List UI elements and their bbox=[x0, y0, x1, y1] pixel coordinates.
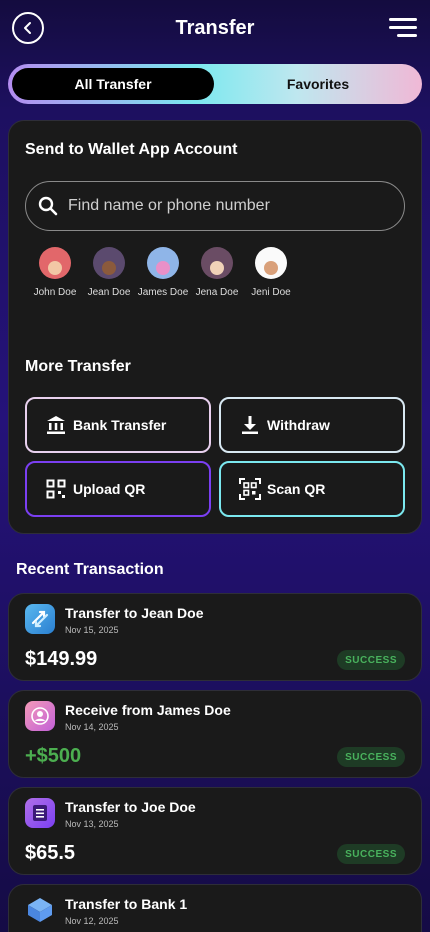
status-badge: SUCCESS bbox=[337, 650, 405, 670]
avatar bbox=[39, 247, 71, 279]
contact-john-doe[interactable]: John Doe bbox=[27, 247, 83, 298]
withdraw-button[interactable]: Withdraw bbox=[219, 397, 405, 453]
transaction-title: Transfer to Bank 1 bbox=[65, 896, 188, 912]
withdraw-label: Withdraw bbox=[267, 417, 330, 433]
transaction-item[interactable]: Receive from James Doe Nov 14, 2025 +$50… bbox=[8, 690, 422, 778]
page-title: Transfer bbox=[175, 17, 255, 39]
bank-transfer-button[interactable]: Bank Transfer bbox=[25, 397, 211, 453]
bank-3d-icon bbox=[25, 895, 55, 925]
list-doc-icon bbox=[25, 798, 55, 828]
avatar bbox=[255, 247, 287, 279]
scan-qr-button[interactable]: Scan QR bbox=[219, 461, 405, 517]
transfer-icon bbox=[25, 604, 55, 634]
tab-favorites[interactable]: Favorites bbox=[220, 68, 416, 100]
transaction-date: Nov 14, 2025 bbox=[65, 722, 119, 732]
transaction-item[interactable]: Transfer to Jean Doe Nov 15, 2025 $149.9… bbox=[8, 593, 422, 681]
search-input[interactable] bbox=[68, 197, 388, 215]
avatar bbox=[147, 247, 179, 279]
send-section-title: Send to Wallet App Account bbox=[25, 141, 238, 158]
contact-name: John Doe bbox=[33, 287, 77, 298]
avatar bbox=[201, 247, 233, 279]
transaction-title: Transfer to Jean Doe bbox=[65, 605, 204, 621]
transaction-title: Receive from James Doe bbox=[65, 702, 231, 718]
tab-all-transfer[interactable]: All Transfer bbox=[12, 68, 214, 100]
transaction-item[interactable]: Transfer to Bank 1 Nov 12, 2025 bbox=[8, 884, 422, 932]
contact-james-doe[interactable]: James Doe bbox=[135, 247, 191, 298]
contact-list: John Doe Jean Doe James Doe Jena Doe Jen… bbox=[29, 247, 389, 307]
transfer-tabs: All Transfer Favorites bbox=[8, 64, 422, 104]
qr-code-icon bbox=[45, 478, 67, 500]
contact-name: Jena Doe bbox=[195, 287, 239, 298]
recent-transaction-title: Recent Transaction bbox=[16, 561, 164, 578]
transaction-date: Nov 12, 2025 bbox=[65, 916, 119, 926]
header: Transfer bbox=[0, 0, 430, 60]
transaction-amount: $65.5 bbox=[25, 842, 76, 864]
transaction-amount: $149.99 bbox=[25, 648, 98, 670]
upload-qr-button[interactable]: Upload QR bbox=[25, 461, 211, 517]
contact-name: James Doe bbox=[137, 287, 189, 298]
avatar bbox=[93, 247, 125, 279]
send-card: Send to Wallet App Account John Doe Jean… bbox=[8, 120, 422, 534]
contact-jean-doe[interactable]: Jean Doe bbox=[81, 247, 137, 298]
receive-user-icon bbox=[25, 701, 55, 731]
contact-jena-doe[interactable]: Jena Doe bbox=[189, 247, 245, 298]
upload-qr-label: Upload QR bbox=[73, 481, 146, 497]
contact-name: Jean Doe bbox=[87, 287, 131, 298]
transaction-title: Transfer to Joe Doe bbox=[65, 799, 196, 815]
contact-jeni-doe[interactable]: Jeni Doe bbox=[243, 247, 299, 298]
qr-scan-icon bbox=[239, 478, 261, 500]
transaction-date: Nov 15, 2025 bbox=[65, 625, 119, 635]
scan-qr-label: Scan QR bbox=[267, 481, 326, 497]
transaction-amount: +$500 bbox=[25, 745, 82, 767]
download-icon bbox=[239, 414, 261, 436]
transaction-date: Nov 13, 2025 bbox=[65, 819, 119, 829]
search-icon bbox=[38, 196, 58, 216]
contact-name: Jeni Doe bbox=[251, 287, 291, 298]
bank-icon bbox=[45, 414, 67, 436]
bank-transfer-label: Bank Transfer bbox=[73, 417, 167, 433]
search-field[interactable] bbox=[25, 181, 405, 231]
status-badge: SUCCESS bbox=[337, 747, 405, 767]
menu-button[interactable] bbox=[389, 18, 417, 38]
transaction-item[interactable]: Transfer to Joe Doe Nov 13, 2025 $65.5 S… bbox=[8, 787, 422, 875]
status-badge: SUCCESS bbox=[337, 844, 405, 864]
more-transfer-title: More Transfer bbox=[25, 358, 131, 375]
menu-icon bbox=[389, 18, 417, 21]
